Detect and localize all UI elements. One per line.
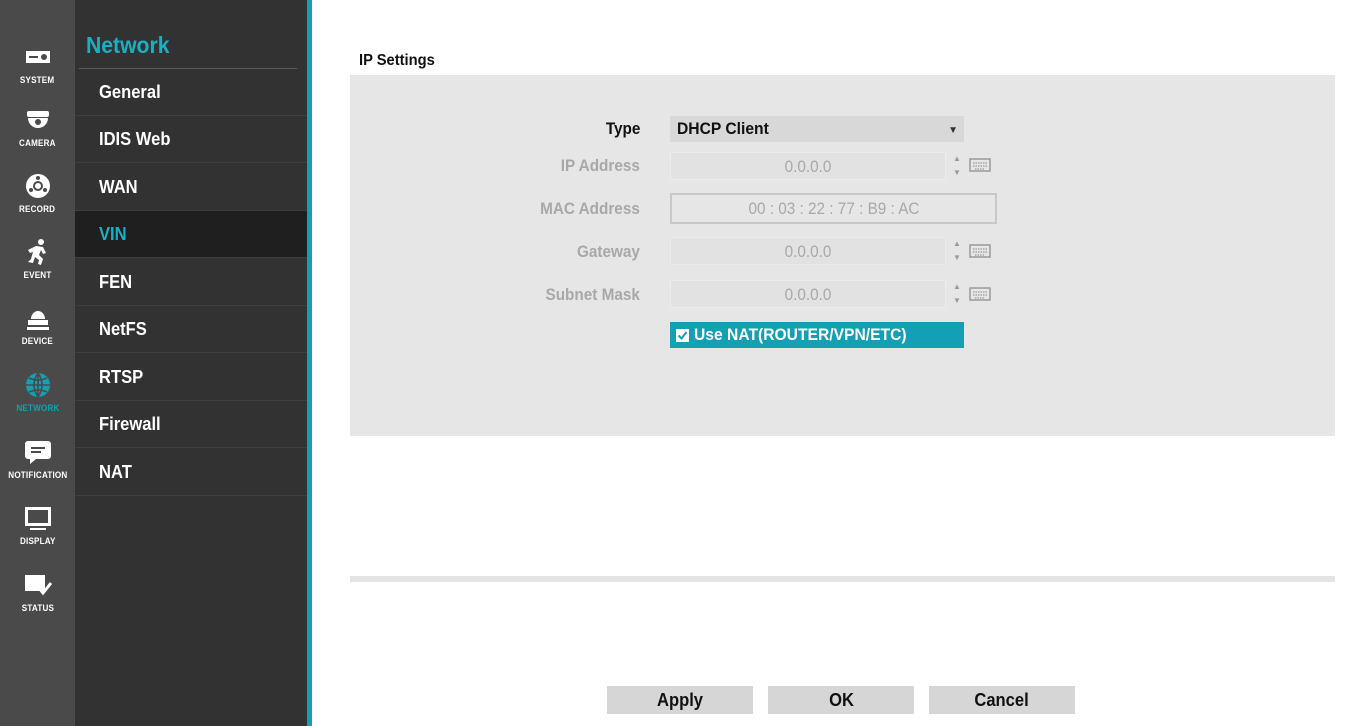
ip-address-label: IP Address	[560, 156, 640, 175]
gateway-spinner[interactable]: ▲ ▼	[950, 237, 964, 265]
spinner-down-icon[interactable]: ▼	[953, 169, 961, 177]
submenu-item-netfs[interactable]: NetFS	[75, 306, 307, 353]
keyboard-icon[interactable]	[969, 244, 991, 258]
rail-label-network: NETWORK	[15, 403, 60, 413]
rail-label-device: DEVICE	[21, 336, 54, 346]
network-icon	[25, 372, 50, 398]
gateway-field[interactable]: 0.0.0.0	[670, 237, 946, 265]
spinner-up-icon[interactable]: ▲	[953, 283, 961, 291]
rail-label-camera: CAMERA	[19, 138, 56, 148]
notification-icon	[24, 441, 51, 464]
use-nat-label: Use NAT(ROUTER/VPN/ETC)	[694, 325, 907, 344]
subnet-mask-label: Subnet Mask	[545, 285, 640, 304]
content-divider	[350, 576, 1335, 582]
keyboard-icon[interactable]	[969, 287, 991, 301]
submenu-item-general[interactable]: General	[75, 69, 307, 116]
rail-item-notification[interactable]: NOTIFICATION	[0, 433, 75, 499]
accent-divider	[307, 0, 312, 726]
chevron-down-icon: ▼	[948, 125, 958, 136]
section-title: IP Settings	[359, 52, 435, 69]
submenu-item-rtsp[interactable]: RTSP	[75, 354, 307, 401]
gateway-label: Gateway	[577, 242, 640, 261]
ok-button[interactable]: OK	[768, 686, 914, 714]
spinner-down-icon[interactable]: ▼	[953, 297, 961, 305]
mac-address-label: MAC Address	[540, 199, 640, 218]
rail-item-system[interactable]: SYSTEM	[0, 38, 75, 104]
rail-label-system: SYSTEM	[20, 75, 55, 85]
rail-item-display[interactable]: DISPLAY	[0, 499, 75, 565]
rail-label-notification: NOTIFICATION	[7, 470, 68, 480]
system-icon	[25, 51, 50, 63]
use-nat-checkbox[interactable]: Use NAT(ROUTER/VPN/ETC)	[670, 322, 964, 348]
ip-address-field[interactable]: 0.0.0.0	[670, 152, 946, 180]
cancel-button[interactable]: Cancel	[929, 686, 1075, 714]
subnet-mask-spinner[interactable]: ▲ ▼	[950, 280, 964, 308]
submenu-item-nat[interactable]: NAT	[75, 449, 307, 496]
device-icon	[26, 311, 49, 330]
ip-address-spinner[interactable]: ▲ ▼	[950, 152, 964, 180]
spinner-up-icon[interactable]: ▲	[953, 240, 961, 248]
camera-icon	[26, 111, 49, 128]
record-icon	[25, 174, 50, 198]
type-select[interactable]: DHCP Client ▼	[670, 116, 964, 142]
submenu-item-idis-web[interactable]: IDIS Web	[75, 116, 307, 163]
main-category-rail: SYSTEM CAMERA RECORD EVENT DEVICE NETWOR…	[0, 0, 75, 726]
rail-label-display: DISPLAY	[19, 536, 56, 546]
submenu-item-firewall[interactable]: Firewall	[75, 401, 307, 448]
status-icon	[24, 575, 52, 596]
rail-item-camera[interactable]: CAMERA	[0, 101, 75, 167]
submenu-item-wan[interactable]: WAN	[75, 164, 307, 211]
display-icon	[24, 507, 51, 530]
subnet-mask-field[interactable]: 0.0.0.0	[670, 280, 946, 308]
type-label: Type	[605, 119, 640, 138]
rail-label-event: EVENT	[23, 270, 52, 280]
spinner-up-icon[interactable]: ▲	[953, 155, 961, 163]
network-submenu: Network General IDIS Web WAN VIN FEN Net…	[75, 0, 307, 726]
rail-item-event[interactable]: EVENT	[0, 233, 75, 299]
event-icon	[27, 239, 46, 265]
apply-button[interactable]: Apply	[607, 686, 753, 714]
checkbox-checked-icon	[676, 328, 689, 342]
submenu-title: Network	[86, 32, 170, 58]
submenu-item-vin[interactable]: VIN	[75, 211, 307, 258]
spinner-down-icon[interactable]: ▼	[953, 254, 961, 262]
rail-item-record[interactable]: RECORD	[0, 167, 75, 233]
rail-item-device[interactable]: DEVICE	[0, 299, 75, 365]
keyboard-icon[interactable]	[969, 158, 991, 172]
rail-item-status[interactable]: STATUS	[0, 566, 75, 632]
rail-item-network[interactable]: NETWORK	[0, 366, 75, 432]
mac-address-field: 00 : 03 : 22 : 77 : B9 : AC	[670, 193, 997, 224]
rail-label-status: STATUS	[21, 603, 54, 613]
submenu-item-fen[interactable]: FEN	[75, 259, 307, 306]
rail-label-record: RECORD	[19, 204, 56, 214]
